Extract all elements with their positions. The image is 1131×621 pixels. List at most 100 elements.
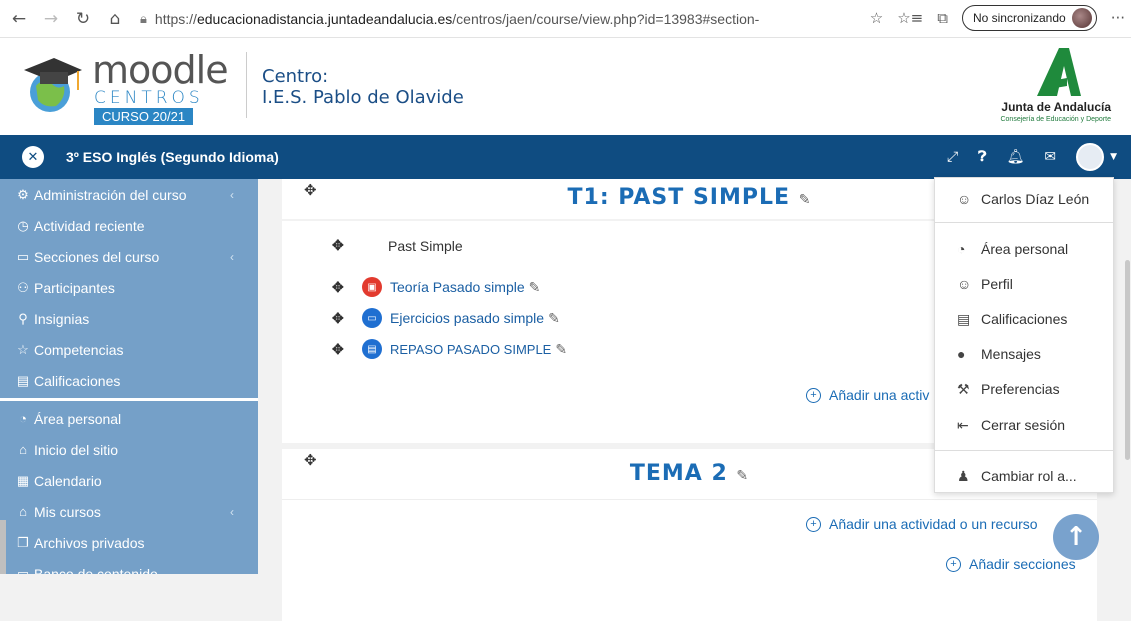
junta-name: Junta de Andalucía <box>1001 100 1111 114</box>
add-sections-link[interactable]: + Añadir secciones <box>946 556 1076 572</box>
back-icon[interactable]: ← <box>6 9 32 29</box>
user-menu-dropdown: ☺ Carlos Díaz León ◔ Área personal ☺ Perfil… <box>934 177 1114 493</box>
favorite-add-icon[interactable]: ☆ <box>870 9 883 27</box>
activity-link[interactable]: Ejercicios pasado simple <box>390 310 544 326</box>
sidebar-item-home[interactable]: ⌂ Inicio del sitio <box>0 434 258 465</box>
sidebar-item-label: Calificaciones <box>34 372 121 389</box>
menu-item-grades[interactable]: ▤ Calificaciones <box>935 302 1113 336</box>
edit-pencil-icon[interactable]: ✎ <box>736 468 749 484</box>
user-icon: ☺ <box>957 191 972 207</box>
menu-item-label: Mensajes <box>981 346 1041 362</box>
menu-item-label: Área personal <box>981 241 1069 257</box>
course-navbar: ✕ 3º ESO Inglés (Segundo Idioma) ⤢ ❓︎ 🔔︎… <box>0 135 1131 179</box>
menu-item-messages[interactable]: ● Mensajes <box>935 337 1113 371</box>
arrow-up-icon: ↑ <box>1065 522 1087 552</box>
users-icon: ⚇ <box>17 279 29 295</box>
section-title-text: T1: PAST SIMPLE <box>567 185 791 210</box>
more-icon[interactable]: ··· <box>1111 9 1125 27</box>
sidebar-item-label: Archivos privados <box>34 534 145 551</box>
move-icon[interactable]: ✥ <box>332 279 362 296</box>
edit-pencil-icon[interactable]: ✎ <box>799 192 812 208</box>
user-menu-name[interactable]: ☺ Carlos Díaz León <box>935 182 1113 216</box>
activity-link[interactable]: Teoría Pasado simple <box>390 279 525 295</box>
menu-divider <box>935 450 1113 451</box>
collections-icon[interactable]: ⧉ <box>937 9 948 27</box>
sidebar-item-my-courses[interactable]: ⌂ Mis cursos ‹ <box>0 496 258 527</box>
edit-pencil-icon[interactable]: ✎ <box>548 310 560 327</box>
sidebar-item-label: Secciones del curso <box>34 248 160 265</box>
user-icon: ☺ <box>957 276 972 292</box>
forward-icon[interactable]: → <box>38 9 64 29</box>
menu-item-logout[interactable]: ⇤ Cerrar sesión <box>935 408 1113 442</box>
sidebar-item-grades[interactable]: ▤ Calificaciones <box>0 365 258 396</box>
chevron-left-icon: ‹ <box>230 187 234 202</box>
back-to-top-button[interactable]: ↑ <box>1053 514 1099 560</box>
refresh-icon[interactable]: ↻ <box>70 9 96 29</box>
menu-item-preferences[interactable]: ⚒ Preferencias <box>935 372 1113 406</box>
junta-mark-icon <box>1037 48 1081 96</box>
page-scrollbar-thumb[interactable] <box>1125 260 1130 460</box>
move-icon[interactable]: ✥ <box>332 341 362 358</box>
expand-icon[interactable]: ⤢ <box>947 149 958 165</box>
user-avatar-button[interactable] <box>1076 143 1105 171</box>
url-prefix: https:// <box>154 10 197 27</box>
home-icon[interactable]: ⌂ <box>102 9 128 29</box>
chevron-down-icon[interactable]: ▼ <box>1110 152 1117 162</box>
label-text: Past Simple <box>388 237 463 254</box>
nav-drawer: ⚙ Administración del curso ‹ ◷ Actividad re… <box>0 179 258 574</box>
sidebar-item-label: Banco de contenido <box>34 565 158 575</box>
browser-toolbar: ← → ↻ ⌂ 🔒︎ https://educacionadistancia.j… <box>0 0 1131 38</box>
message-icon: ● <box>957 346 966 362</box>
favorites-icon[interactable]: ☆≡ <box>897 9 923 27</box>
sidebar-item-private-files[interactable]: ❐ Archivos privados <box>0 527 258 558</box>
folder-icon: ▭ <box>16 248 30 264</box>
sidebar-item-recent[interactable]: ◷ Actividad reciente <box>0 210 258 241</box>
gears-icon: ⚙ <box>17 186 29 202</box>
sidebar-scrollbar[interactable] <box>0 520 6 574</box>
switch-role-icon: ♟ <box>957 467 970 484</box>
clock-icon: ◷ <box>17 217 29 233</box>
menu-item-profile[interactable]: ☺ Perfil <box>935 267 1113 301</box>
add-activity-link[interactable]: + Añadir una activ <box>806 387 929 403</box>
close-drawer-button[interactable]: ✕ <box>22 146 44 168</box>
messages-icon[interactable]: ✉ <box>1044 149 1056 165</box>
graduation-icon: ⌂ <box>19 504 27 519</box>
sidebar-item-dashboard[interactable]: ◔ Área personal <box>0 403 258 434</box>
logo-word: moodle <box>92 48 229 92</box>
menu-item-dashboard[interactable]: ◔ Área personal <box>935 232 1113 266</box>
sync-button[interactable]: No sincronizando <box>961 5 1097 31</box>
page-info-icon[interactable]: 🔒︎ <box>140 11 147 27</box>
move-icon[interactable]: ✥ <box>332 237 362 254</box>
sidebar-item-label: Participantes <box>34 279 115 296</box>
junta-logo: Junta de Andalucía Consejería de Educaci… <box>981 44 1111 124</box>
logo-centros: CENTROS <box>94 88 204 108</box>
notifications-icon[interactable]: 🔔︎ <box>1007 149 1025 165</box>
edit-pencil-icon[interactable]: ✎ <box>529 279 541 296</box>
address-bar[interactable]: 🔒︎ https://educacionadistancia.juntadean… <box>140 11 760 27</box>
sidebar-item-competencies[interactable]: ☆ Competencias <box>0 334 258 365</box>
chevron-left-icon: ‹ <box>230 504 234 519</box>
sidebar-item-content-bank[interactable]: ▭ Banco de contenido <box>0 558 258 575</box>
help-icon[interactable]: ❓︎ <box>978 149 986 165</box>
move-icon[interactable]: ✥ <box>332 310 362 327</box>
badge-icon: ⚲ <box>18 310 28 326</box>
plus-icon: + <box>946 556 961 572</box>
grades-icon: ▤ <box>957 310 971 327</box>
sidebar-item-admin[interactable]: ⚙ Administración del curso ‹ <box>0 179 258 210</box>
pdf-icon: ▣ <box>362 277 382 297</box>
sidebar-item-participants[interactable]: ⚇ Participantes <box>0 272 258 303</box>
sidebar-item-badges[interactable]: ⚲ Insignias <box>0 303 258 334</box>
site-header: moodle CENTROS CURSO 20/21 Centro: I.E.S… <box>0 38 1131 135</box>
profile-avatar <box>1071 8 1092 28</box>
add-activity-link[interactable]: + Añadir una actividad o un recurso <box>806 516 1038 532</box>
wrench-icon: ⚒ <box>957 380 970 397</box>
menu-item-switch-role[interactable]: ♟ Cambiar rol a... <box>935 459 1113 493</box>
sidebar-item-sections[interactable]: ▭ Secciones del curso ‹ <box>0 241 258 272</box>
sidebar-item-calendar[interactable]: ▦ Calendario <box>0 465 258 496</box>
course-title[interactable]: 3º ESO Inglés (Segundo Idioma) <box>66 149 279 165</box>
activity-link[interactable]: REPASO PASADO SIMPLE <box>390 342 551 357</box>
url-path: /centros/jaen/course/view.php?id=13983#s… <box>452 10 760 27</box>
edit-pencil-icon[interactable]: ✎ <box>555 341 567 358</box>
moodle-logo[interactable]: moodle CENTROS CURSO 20/21 <box>22 48 232 125</box>
junta-sub: Consejería de Educación y Deporte <box>1000 116 1111 123</box>
